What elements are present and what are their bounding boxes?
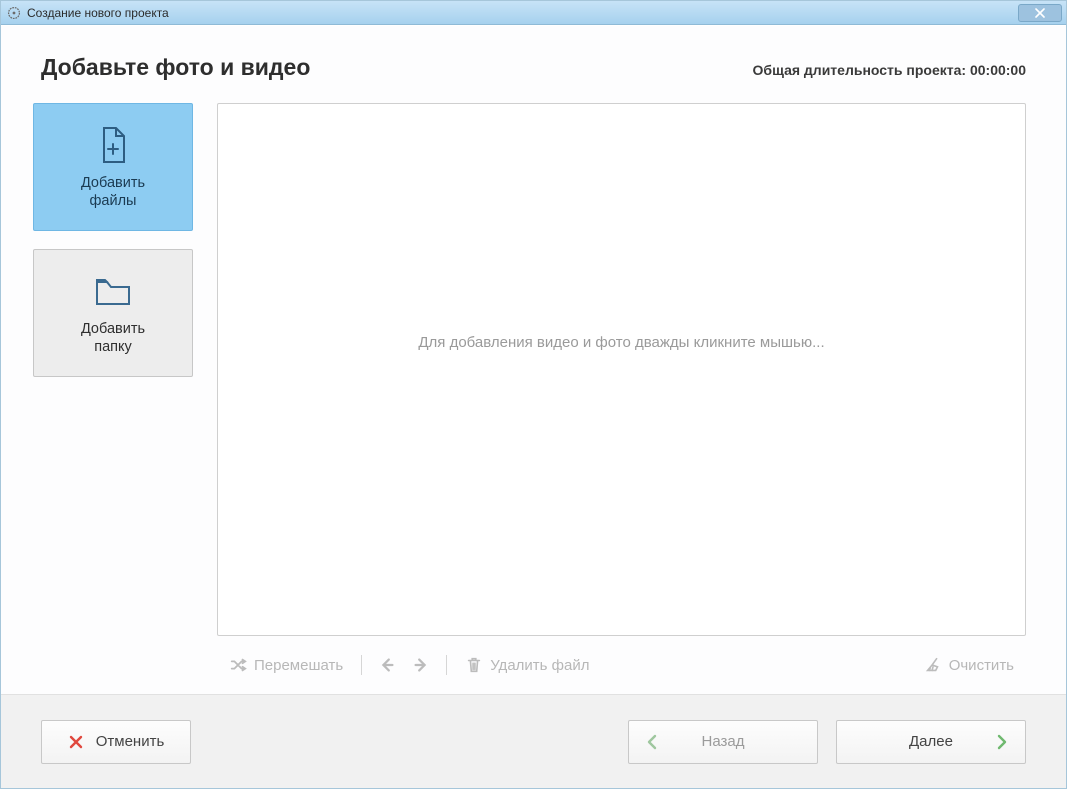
- back-button[interactable]: Назад: [628, 720, 818, 764]
- chevron-right-icon: [993, 734, 1009, 750]
- trash-icon: [465, 656, 483, 674]
- client-area: Добавьте фото и видео Общая длительность…: [1, 25, 1066, 788]
- close-icon: [68, 734, 84, 750]
- shuffle-label: Перемешать: [254, 657, 343, 674]
- chevron-left-icon: [645, 734, 661, 750]
- page-title: Добавьте фото и видео: [41, 54, 753, 81]
- media-dropzone[interactable]: Для добавления видео и фото дважды кликн…: [217, 103, 1026, 636]
- app-icon: [7, 6, 21, 20]
- clear-button[interactable]: Очистить: [916, 652, 1022, 678]
- move-left-button[interactable]: [372, 652, 402, 678]
- side-panel: Добавить файлы Добавить папку: [33, 103, 193, 694]
- next-label: Далее: [881, 733, 981, 750]
- back-label: Назад: [673, 733, 773, 750]
- close-button[interactable]: [1018, 4, 1062, 22]
- duration-label: Общая длительность проекта:: [753, 62, 967, 78]
- content: Добавить файлы Добавить папку Для добавл…: [1, 91, 1066, 694]
- separator: [361, 655, 362, 675]
- footer: Отменить Назад Далее: [1, 694, 1066, 788]
- add-files-button[interactable]: Добавить файлы: [33, 103, 193, 231]
- titlebar: Создание нового проекта: [1, 1, 1066, 25]
- add-folder-button[interactable]: Добавить папку: [33, 249, 193, 377]
- canvas-column: Для добавления видео и фото дважды кликн…: [217, 103, 1026, 694]
- broom-icon: [924, 656, 942, 674]
- add-files-label: Добавить файлы: [81, 174, 145, 210]
- move-right-button[interactable]: [406, 652, 436, 678]
- header: Добавьте фото и видео Общая длительность…: [1, 26, 1066, 91]
- window: Создание нового проекта Добавьте фото и …: [0, 0, 1067, 789]
- cancel-label: Отменить: [96, 733, 165, 750]
- duration-value: 00:00:00: [970, 62, 1026, 78]
- next-button[interactable]: Далее: [836, 720, 1026, 764]
- folder-open-icon: [92, 270, 134, 312]
- media-toolbar: Перемешать: [217, 636, 1026, 694]
- separator: [446, 655, 447, 675]
- dropzone-placeholder: Для добавления видео и фото дважды кликн…: [418, 334, 824, 351]
- project-duration: Общая длительность проекта: 00:00:00: [753, 62, 1026, 78]
- delete-file-label: Удалить файл: [490, 657, 589, 674]
- arrow-left-icon: [378, 656, 396, 674]
- shuffle-icon: [229, 656, 247, 674]
- add-folder-label: Добавить папку: [81, 320, 145, 356]
- cancel-button[interactable]: Отменить: [41, 720, 191, 764]
- delete-file-button[interactable]: Удалить файл: [457, 652, 597, 678]
- arrow-right-icon: [412, 656, 430, 674]
- clear-label: Очистить: [949, 657, 1014, 674]
- file-plus-icon: [92, 124, 134, 166]
- window-title: Создание нового проекта: [27, 6, 1018, 20]
- shuffle-button[interactable]: Перемешать: [221, 652, 351, 678]
